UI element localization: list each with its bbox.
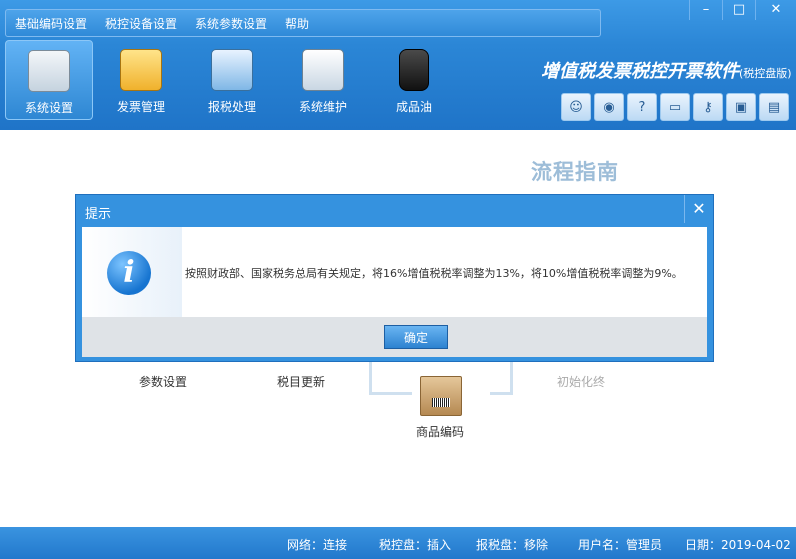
globe-icon[interactable]: ◉ [594,93,624,121]
toolbar-system-settings[interactable]: 系统设置 [5,40,93,120]
help-icon[interactable]: ? [627,93,657,121]
menu-help[interactable]: 帮助 [276,15,318,32]
info-icon: i [107,251,151,295]
dialog-body: i 按照财政部、国家税务总局有关规定，将16%增值税税率调整为13%，将10%增… [82,227,707,317]
dialog-close-button[interactable]: ✕ [684,195,713,223]
app-brand: 增值税发票税控开票软件(税控盘版) [541,57,792,83]
toolbar-label: 系统设置 [24,101,73,115]
key-icon[interactable]: ⚷ [693,93,723,121]
user-icon[interactable]: ☺ [561,93,591,121]
settings-icon [28,50,70,92]
menu-bar: 基础编码设置 税控设备设置 系统参数设置 帮助 [5,9,601,37]
status-network: 网络：连接 [287,538,348,552]
brand-subtitle: (税控盘版) [739,67,792,80]
brand-title: 增值税发票税控开票软件 [541,61,739,82]
barcode-icon [432,398,450,407]
invoice-folder-icon [120,49,162,91]
dialog-message: 按照财政部、国家税务总局有关规定，将16%增值税税率调整为13%，将10%增值税… [185,267,683,280]
toolbar-label: 系统维护 [298,100,347,114]
toolbar-label: 报税处理 [207,100,256,114]
flow-param-setting[interactable]: 参数设置 [139,373,187,390]
status-date: 日期：2019-04-02 [685,538,791,552]
main-toolbar: 系统设置 发票管理 报税处理 系统维护 成品油 [0,40,457,120]
toolbar-invoice-management[interactable]: 发票管理 [98,40,184,118]
prompt-dialog: 提示 ✕ i 按照财政部、国家税务总局有关规定，将16%增值税税率调整为13%，… [75,194,714,362]
toolbar-refined-oil[interactable]: 成品油 [371,40,457,118]
flow-connector [490,362,513,395]
oil-barrel-icon [399,49,429,91]
menu-tax-device-settings[interactable]: 税控设备设置 [96,15,186,32]
dialog-icon-panel: i [82,227,182,317]
dialog-title: 提示 [85,207,112,222]
tax-report-icon [211,49,253,91]
status-report-disk: 报税盘：移除 [476,538,549,552]
window-controls: – □ ✕ [689,0,796,20]
flow-init-done[interactable]: 初始化终 [557,373,605,390]
dialog-footer: 确定 [82,317,707,357]
clipboard-icon[interactable]: ▤ [759,93,789,121]
toolbar-label: 成品油 [395,100,432,114]
close-button[interactable]: ✕ [755,0,796,20]
status-bar: 网络：连接 税控盘：插入 报税盘：移除 用户名：管理员 日期：2019-04-0… [0,527,796,559]
ok-button[interactable]: 确定 [384,325,448,349]
menu-basic-code-settings[interactable]: 基础编码设置 [6,15,96,32]
maintenance-tools-icon [302,49,344,91]
guide-title: 流程指南 [531,160,619,184]
status-tax-disk: 税控盘：插入 [379,538,452,552]
flow-connector [369,362,412,395]
flow-tax-catalog-update[interactable]: 税目更新 [277,373,325,390]
flow-product-code[interactable]: 商品编码 [416,423,464,440]
status-user: 用户名：管理员 [578,538,663,552]
toolbar-system-maintenance[interactable]: 系统维护 [280,40,366,118]
menu-system-param-settings[interactable]: 系统参数设置 [186,15,276,32]
window-icon[interactable]: ▭ [660,93,690,121]
dialog-header: 提示 ✕ [76,195,713,225]
toolbar-tax-report[interactable]: 报税处理 [189,40,275,118]
app-header: 基础编码设置 税控设备设置 系统参数设置 帮助 – □ ✕ 系统设置 发票管理 … [0,0,796,130]
minimize-button[interactable]: – [689,0,722,20]
toolbar-label: 发票管理 [116,100,165,114]
quick-toolbar: ☺ ◉ ? ▭ ⚷ ▣ ▤ [561,93,790,123]
product-box-icon[interactable] [420,376,462,416]
restore-button[interactable]: □ [722,0,755,20]
lock-icon[interactable]: ▣ [726,93,756,121]
